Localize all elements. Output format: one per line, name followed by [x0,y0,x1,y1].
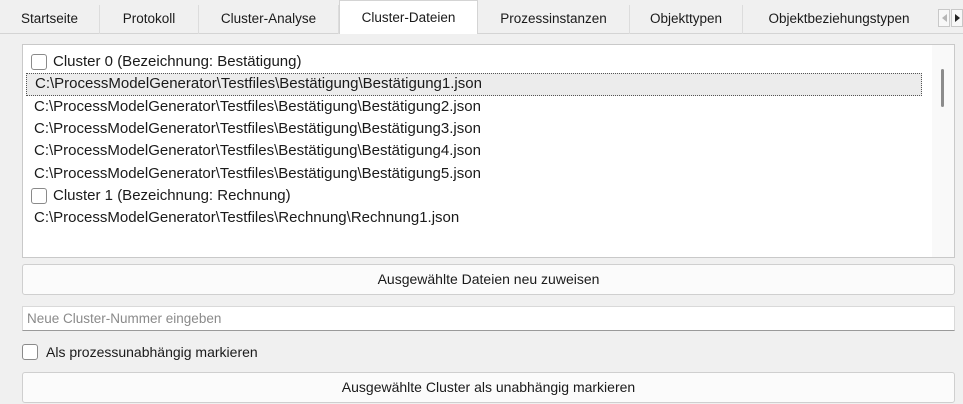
list-item-cluster-1[interactable]: Cluster 1 (Bezeichnung: Rechnung) [23,185,932,207]
tab-objektbeziehungstypen[interactable]: Objektbeziehungstypen [743,5,935,34]
triangle-left-icon [941,14,947,22]
reassign-files-button[interactable]: Ausgewählte Dateien neu zuweisen [22,264,955,295]
list-item-file[interactable]: C:\ProcessModelGenerator\Testfiles\Bestä… [26,73,922,96]
tab-objekttypen[interactable]: Objekttypen [630,5,743,34]
tab-scroll-left-button[interactable] [938,9,950,27]
tab-protokoll[interactable]: Protokoll [100,5,199,34]
independent-checkbox-row[interactable]: Als prozessunabhängig markieren [22,342,258,362]
list-item-cluster-0[interactable]: Cluster 0 (Bezeichnung: Bestätigung) [23,51,932,73]
cluster-dateien-panel: Cluster 0 (Bezeichnung: Bestätigung) C:\… [0,34,963,404]
tab-cluster-analyse[interactable]: Cluster-Analyse [199,5,339,34]
tab-cluster-dateien[interactable]: Cluster-Dateien [339,0,478,35]
list-item-label: C:\ProcessModelGenerator\Testfiles\Bestä… [34,120,481,138]
list-item-label: C:\ProcessModelGenerator\Testfiles\Bestä… [35,75,482,93]
independent-checkbox[interactable] [22,344,38,360]
cluster-number-input[interactable]: Neue Cluster-Nummer eingeben [22,306,955,331]
tab-prozessinstanzen[interactable]: Prozessinstanzen [478,5,630,34]
cluster-0-checkbox[interactable] [31,54,47,71]
list-item-label: C:\ProcessModelGenerator\Testfiles\Bestä… [34,142,481,160]
cluster-1-checkbox[interactable] [31,187,47,204]
mark-independent-button[interactable]: Ausgewählte Cluster als unabhängig marki… [22,372,955,403]
tab-scroll-arrows [938,9,963,27]
list-item-label: Cluster 0 (Bezeichnung: Bestätigung) [53,53,302,71]
independent-checkbox-label: Als prozessunabhängig markieren [46,344,258,360]
tab-scroll-right-button[interactable] [951,9,963,27]
list-item-file[interactable]: C:\ProcessModelGenerator\Testfiles\Bestä… [23,140,932,162]
list-item-label: C:\ProcessModelGenerator\Testfiles\Bestä… [34,164,481,182]
list-item-label: Cluster 1 (Bezeichnung: Rechnung) [53,186,291,204]
list-item-file[interactable]: C:\ProcessModelGenerator\Testfiles\Bestä… [23,162,932,184]
triangle-right-icon [954,14,960,22]
list-item-label: C:\ProcessModelGenerator\Testfiles\Rechn… [34,209,460,227]
list-item-label: C:\ProcessModelGenerator\Testfiles\Bestä… [34,97,481,115]
list-vertical-scrollbar[interactable] [932,45,954,257]
tab-startseite[interactable]: Startseite [0,5,100,34]
cluster-file-list[interactable]: Cluster 0 (Bezeichnung: Bestätigung) C:\… [22,44,955,258]
list-item-file[interactable]: C:\ProcessModelGenerator\Testfiles\Rechn… [23,207,932,229]
scrollbar-thumb[interactable] [941,69,944,107]
list-item-file[interactable]: C:\ProcessModelGenerator\Testfiles\Bestä… [23,96,932,118]
list-item-file[interactable]: C:\ProcessModelGenerator\Testfiles\Bestä… [23,118,932,140]
tab-bar: Startseite Protokoll Cluster-Analyse Clu… [0,0,963,35]
